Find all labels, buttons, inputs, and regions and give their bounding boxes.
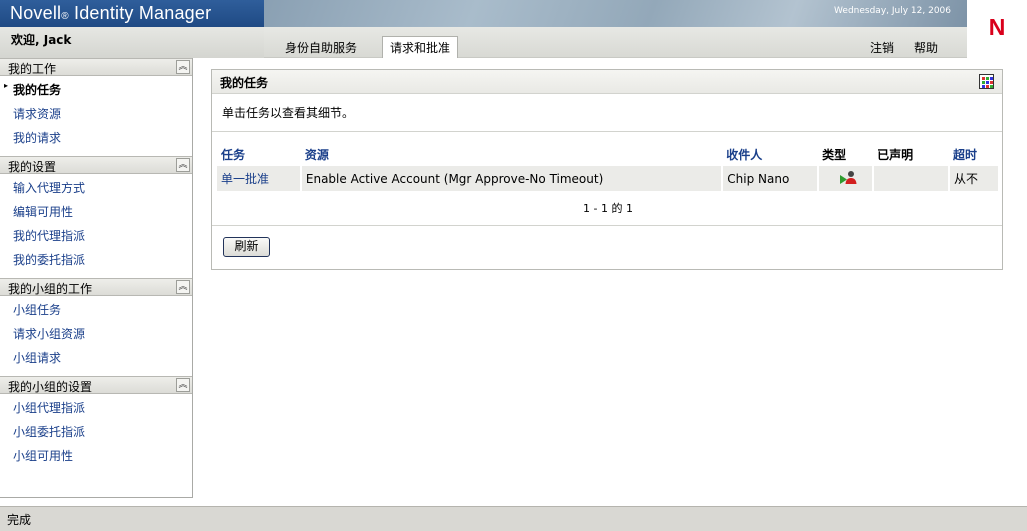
sidebar-item-label: 我的任务 — [13, 83, 62, 97]
column-header-claimed: 已声明 — [877, 148, 914, 162]
panel-title: 我的任务 — [220, 76, 269, 90]
sidebar-item-proxy-mode[interactable]: 输入代理方式 — [0, 174, 192, 198]
sidebar-section-header: 我的小组的设置 ︽ — [0, 376, 192, 394]
app-header: Novell® Identity Manager Wednesday, July… — [0, 0, 1027, 58]
current-date: Wednesday, July 12, 2006 — [834, 6, 951, 16]
customize-columns-icon[interactable] — [979, 74, 994, 89]
sidebar-item-label: 请求小组资源 — [13, 327, 86, 341]
tab-bar: 身份自助服务 请求和批准 注销 帮助 — [264, 27, 967, 58]
collapse-icon[interactable]: ︽ — [176, 280, 190, 294]
table-header-row: 任务 资源 收件人 类型 已声明 超时 — [217, 140, 999, 166]
logout-link[interactable]: 注销 — [870, 39, 894, 56]
column-header-resource[interactable]: 资源 — [301, 140, 722, 166]
task-type — [818, 166, 875, 191]
sidebar-item-label: 我的代理指派 — [13, 229, 86, 243]
column-header-timeout[interactable]: 超时 — [949, 140, 999, 166]
sidebar-section-team-settings: 我的小组的设置 ︽ 小组代理指派 小组委托指派 小组可用性 — [0, 376, 192, 466]
sidebar-item-team-delegate-assignments[interactable]: 小组委托指派 — [0, 418, 192, 442]
sidebar-item-label: 小组可用性 — [13, 449, 74, 463]
sidebar-item-team-tasks[interactable]: 小组任务 — [0, 296, 192, 320]
sidebar-section-my-work: 我的工作 ︽ ▸ 我的任务 请求资源 我的请求 — [0, 58, 192, 148]
sidebar-item-label: 编辑可用性 — [13, 205, 74, 219]
browser-status-bar: 完成 — [0, 506, 1027, 531]
tab-self-service[interactable]: 身份自助服务 — [264, 37, 378, 58]
sidebar-item-label: 小组任务 — [13, 303, 62, 317]
panel-description: 单击任务以查看其细节。 — [212, 94, 1002, 132]
panel-header: 我的任务 — [212, 70, 1002, 94]
welcome-message: 欢迎, Jack — [0, 27, 264, 58]
sidebar-item-label: 请求资源 — [13, 107, 62, 121]
sidebar-item-label: 小组代理指派 — [13, 401, 86, 415]
sidebar: 我的工作 ︽ ▸ 我的任务 请求资源 我的请求 我的设置 ︽ 输入代理方式 编辑可… — [0, 58, 193, 498]
my-tasks-panel: 我的任务 单击任务以查看其细节。 任务 资源 收件人 类型 已声明 超时 单一批… — [211, 69, 1003, 270]
tasks-table: 任务 资源 收件人 类型 已声明 超时 单一批准 Enable Active A… — [217, 140, 1000, 191]
sidebar-item-team-availability[interactable]: 小组可用性 — [0, 442, 192, 466]
sidebar-item-my-requests[interactable]: 我的请求 — [0, 124, 192, 148]
section-title: 我的工作 — [8, 62, 57, 76]
novell-n-logo: N — [967, 0, 1027, 58]
sidebar-item-request-resource[interactable]: 请求资源 — [0, 100, 192, 124]
sidebar-item-team-requests[interactable]: 小组请求 — [0, 344, 192, 368]
column-header-recipient[interactable]: 收件人 — [722, 140, 818, 166]
tab-requests-approvals[interactable]: 请求和批准 — [382, 36, 458, 58]
collapse-icon[interactable]: ︽ — [176, 60, 190, 74]
status-text: 完成 — [7, 513, 32, 527]
product-logo: Novell® Identity Manager — [0, 0, 264, 27]
task-claimed — [873, 166, 950, 191]
sidebar-item-team-proxy-assignments[interactable]: 小组代理指派 — [0, 394, 192, 418]
brand-name: Novell — [10, 3, 62, 23]
sidebar-section-team-work: 我的小组的工作 ︽ 小组任务 请求小组资源 小组请求 — [0, 278, 192, 368]
sidebar-item-edit-availability[interactable]: 编辑可用性 — [0, 198, 192, 222]
task-resource: Enable Active Account (Mgr Approve-No Ti… — [300, 166, 724, 191]
sidebar-item-label: 小组委托指派 — [13, 425, 86, 439]
sidebar-section-header: 我的小组的工作 ︽ — [0, 278, 192, 296]
divider — [212, 225, 1002, 226]
sidebar-item-request-team-resource[interactable]: 请求小组资源 — [0, 320, 192, 344]
task-recipient: Chip Nano — [722, 166, 820, 191]
table-row[interactable]: 单一批准 Enable Active Account (Mgr Approve-… — [217, 166, 1000, 191]
sidebar-item-label: 小组请求 — [13, 351, 62, 365]
approval-user-icon — [839, 171, 857, 184]
sidebar-item-label: 输入代理方式 — [13, 181, 86, 195]
section-title: 我的设置 — [8, 160, 57, 174]
sidebar-item-label: 我的请求 — [13, 131, 62, 145]
sidebar-item-my-delegate-assignments[interactable]: 我的委托指派 — [0, 246, 192, 270]
help-link[interactable]: 帮助 — [914, 39, 938, 56]
section-title: 我的小组的设置 — [8, 380, 93, 394]
refresh-button[interactable]: 刷新 — [223, 237, 270, 257]
product-name: Identity Manager — [68, 3, 212, 23]
selected-bullet-icon: ▸ — [4, 81, 9, 90]
task-name-link[interactable]: 单一批准 — [217, 166, 302, 191]
sidebar-item-my-proxy-assignments[interactable]: 我的代理指派 — [0, 222, 192, 246]
date-banner: Wednesday, July 12, 2006 — [264, 0, 967, 27]
sidebar-section-header: 我的工作 ︽ — [0, 58, 192, 76]
collapse-icon[interactable]: ︽ — [176, 158, 190, 172]
sidebar-section-my-settings: 我的设置 ︽ 输入代理方式 编辑可用性 我的代理指派 我的委托指派 — [0, 156, 192, 270]
task-timeout: 从不 — [949, 166, 1000, 191]
registered-mark: ® — [61, 11, 69, 22]
section-title: 我的小组的工作 — [8, 282, 93, 296]
sidebar-section-header: 我的设置 ︽ — [0, 156, 192, 174]
column-header-task[interactable]: 任务 — [217, 140, 301, 166]
sidebar-item-label: 我的委托指派 — [13, 253, 86, 267]
sidebar-item-my-tasks[interactable]: ▸ 我的任务 — [0, 76, 192, 100]
column-header-type: 类型 — [822, 148, 847, 162]
pagination-status: 1 - 1 的 1 — [583, 202, 633, 215]
collapse-icon[interactable]: ︽ — [176, 378, 190, 392]
